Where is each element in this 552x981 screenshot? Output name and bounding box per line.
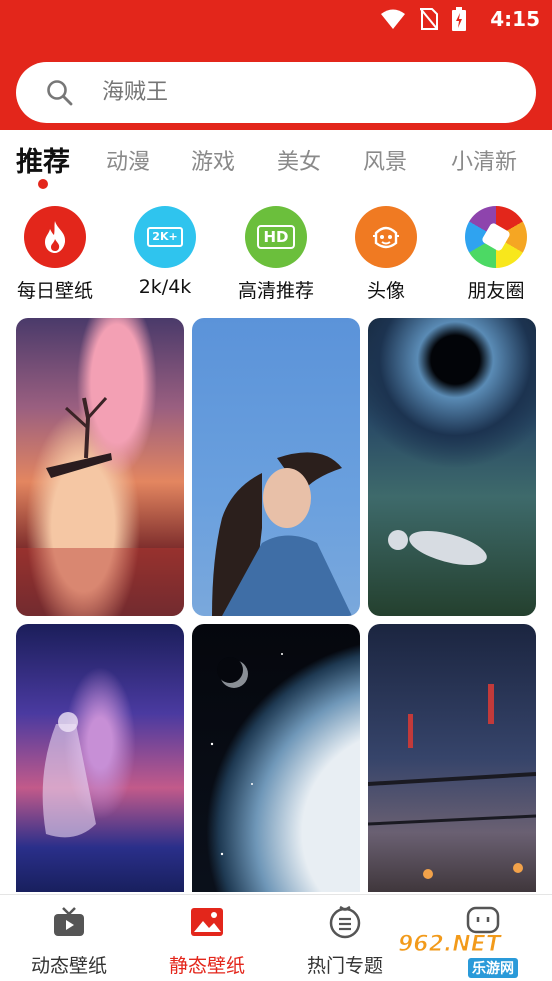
quick-label: 2k/4k xyxy=(138,276,192,298)
category-tabs: 推荐 动漫 游戏 美女 风景 小清新 xyxy=(0,130,552,189)
tab-recommend[interactable]: 推荐 xyxy=(16,140,70,179)
nav-label: 热门专题 xyxy=(306,955,383,977)
tv-icon xyxy=(54,907,84,936)
2k-badge-icon: 2K+ xyxy=(134,206,196,268)
quick-daily-wallpaper[interactable]: 每日壁纸 xyxy=(0,206,110,303)
topic-list-icon xyxy=(329,905,361,939)
quick-label: 高清推荐 xyxy=(237,280,314,302)
tab-beauty[interactable]: 美女 xyxy=(277,144,321,176)
quick-categories: 每日壁纸 2K+ 2k/4k HD 高清推荐 头像 朋友圈 xyxy=(0,200,552,310)
watermark-sub-text: 乐游网 xyxy=(468,958,518,978)
search-bar[interactable] xyxy=(16,62,536,123)
status-icons xyxy=(380,7,466,31)
wifi-icon xyxy=(381,9,405,29)
astronaut-illustration xyxy=(388,530,487,566)
tab-scenery[interactable]: 风景 xyxy=(363,144,407,176)
earth-moon-illustration xyxy=(210,653,283,856)
nav-static-wallpaper[interactable]: 静态壁纸 xyxy=(138,905,276,978)
battery-charging-icon xyxy=(452,7,466,31)
aperture-icon xyxy=(465,206,527,268)
quick-label: 头像 xyxy=(366,280,405,302)
active-tab-indicator xyxy=(38,179,48,189)
wind-chimes-illustration xyxy=(368,684,536,879)
hd-icon: HD xyxy=(245,206,307,268)
search-icon[interactable] xyxy=(46,79,74,107)
wallpaper-astronaut-vortex[interactable] xyxy=(368,318,536,616)
wallpaper-girl-blue-sky[interactable] xyxy=(192,318,360,616)
picture-icon xyxy=(191,908,223,936)
wallpaper-grid xyxy=(16,318,537,892)
status-time: 4:15 xyxy=(490,7,540,31)
wallpaper-anime-girl-galaxy[interactable] xyxy=(16,624,184,892)
tab-anime[interactable]: 动漫 xyxy=(106,144,150,176)
2k-badge-text: 2K+ xyxy=(147,227,183,247)
hd-badge-text: HD xyxy=(257,225,295,249)
wallpaper-earth-from-space[interactable] xyxy=(192,624,360,892)
no-sim-icon xyxy=(420,8,438,30)
girl-portrait-illustration xyxy=(212,452,352,616)
watermark-main-text: 962.NET xyxy=(398,932,502,958)
wallpaper-cherry-tree-clouds[interactable] xyxy=(16,318,184,616)
site-watermark: 962.NET 乐游网 xyxy=(398,930,548,978)
quick-label: 朋友圈 xyxy=(467,280,525,302)
nav-label: 静态壁纸 xyxy=(168,955,245,977)
tab-games[interactable]: 游戏 xyxy=(191,144,235,176)
nav-hot-topics[interactable]: 热门专题 xyxy=(276,905,414,978)
flame-icon xyxy=(24,206,86,268)
quick-avatar[interactable]: 头像 xyxy=(331,206,441,303)
avatar-face-icon xyxy=(355,206,417,268)
quick-hd-recommend[interactable]: HD 高清推荐 xyxy=(221,206,331,303)
quick-moments[interactable]: 朋友圈 xyxy=(441,206,551,303)
quick-label: 每日壁纸 xyxy=(16,280,93,302)
app-header: 4:15 xyxy=(0,0,552,130)
nav-label: 动态壁纸 xyxy=(30,955,107,977)
quick-2k-4k[interactable]: 2K+ 2k/4k xyxy=(110,206,220,298)
nav-dynamic-wallpaper[interactable]: 动态壁纸 xyxy=(0,905,138,978)
status-bar: 4:15 xyxy=(0,0,552,40)
tab-fresh[interactable]: 小清新 xyxy=(451,144,517,176)
galaxy-girl-illustration xyxy=(42,712,96,838)
search-input[interactable] xyxy=(102,62,502,123)
wallpaper-wind-chimes-night[interactable] xyxy=(368,624,536,892)
cherry-tree-illustration xyxy=(16,396,184,616)
